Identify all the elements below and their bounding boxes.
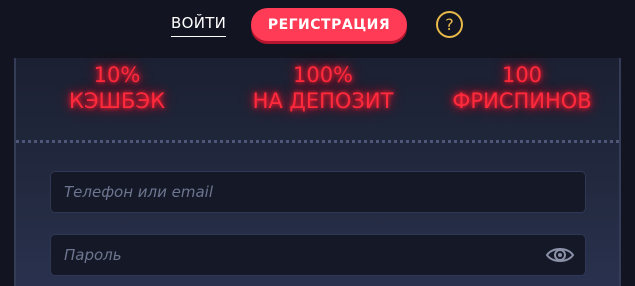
promo-value: 100 [501,63,543,87]
promo-label: ФРИСПИНОВ [452,89,592,113]
registration-panel: 10% КЭШБЭК 100% НА ДЕПОЗИТ 100 ФРИСПИНОВ… [14,58,621,286]
promo-deposit: 100% НА ДЕПОЗИТ [238,62,408,114]
password-input[interactable]: Пароль [50,234,586,276]
promo-freespins: 100 ФРИСПИНОВ [436,62,608,114]
help-icon[interactable]: ? [436,11,463,38]
registration-page: ВОЙТИ РЕГИСТРАЦИЯ ? 10% КЭШБЭК 100% НА Д… [0,0,635,286]
phone-email-input[interactable]: Телефон или email [50,171,586,213]
promo-cashback: 10% КЭШБЭК [54,62,180,114]
promo-value: 100% [292,63,354,87]
login-link[interactable]: ВОЙТИ [171,14,227,37]
promo-label: НА ДЕПОЗИТ [252,89,394,113]
password-placeholder: Пароль [64,246,122,264]
dotted-divider [16,140,619,143]
top-header: ВОЙТИ РЕГИСТРАЦИЯ ? [0,0,635,50]
eye-icon[interactable] [545,244,575,266]
promo-label: КЭШБЭК [68,89,165,113]
register-button[interactable]: РЕГИСТРАЦИЯ [251,8,407,41]
promo-value: 10% [93,63,141,87]
